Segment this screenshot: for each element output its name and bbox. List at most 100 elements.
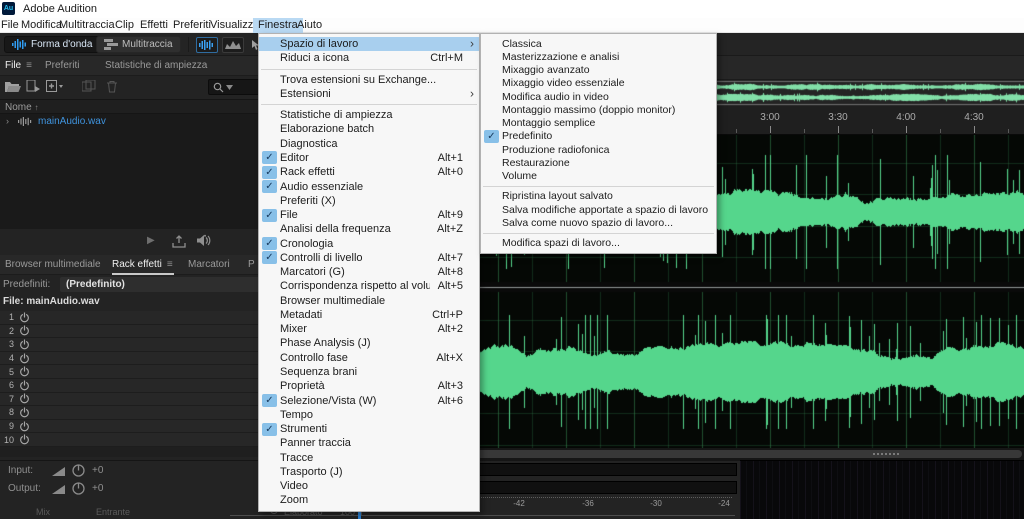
menu-item-sequenza-brani[interactable]: Sequenza brani (259, 365, 479, 379)
tab-browser-multimediale[interactable]: Browser multimediale (5, 255, 101, 275)
menu-item-zoom[interactable]: Zoom (259, 493, 479, 507)
menu-item-controllo-fase[interactable]: Controllo fase Alt+X (259, 351, 479, 365)
import-file-icon[interactable] (26, 79, 41, 98)
show-spectral-icon[interactable] (222, 37, 244, 53)
menu-item-video[interactable]: Video (259, 479, 479, 493)
power-button[interactable] (19, 352, 31, 364)
power-button[interactable] (19, 393, 31, 405)
power-button[interactable] (19, 406, 31, 418)
play-icon[interactable]: ▶ (147, 235, 155, 246)
status-mix-label[interactable]: Mix (36, 507, 50, 517)
menu-item-statistiche-di-ampiezza[interactable]: Statistiche di ampiezza (259, 108, 479, 122)
menu-item-modifica-spazi-di-lavoro[interactable]: Modifica spazi di lavoro... (481, 237, 716, 250)
menu-item-mixer[interactable]: Mixer Alt+2 (259, 322, 479, 336)
check-gutter (484, 117, 499, 130)
menu-item-panner-traccia[interactable]: Panner traccia (259, 436, 479, 450)
menu-item-browser-multimediale[interactable]: Browser multimediale (259, 294, 479, 308)
check-gutter (484, 90, 499, 103)
menu-item-editor[interactable]: ✓ Editor Alt+1 (259, 151, 479, 165)
tab-statistiche[interactable]: Statistiche di ampiezza (105, 56, 207, 76)
menu-item-ripristina-layout-salvato[interactable]: Ripristina layout salvato (481, 190, 716, 203)
multitrack-view-button[interactable]: Multitraccia (96, 36, 181, 53)
menu-item-predefinito[interactable]: ✓ Predefinito (481, 129, 716, 143)
menu-item-classica[interactable]: Classica (481, 37, 716, 50)
power-button[interactable] (19, 325, 31, 337)
menu-item-salva-modifiche-apportate-a-spazio-di-lavoro[interactable]: Salva modifiche apportate a spazio di la… (481, 203, 716, 216)
slot-number: 7 (8, 393, 14, 404)
search-options-arrow-icon (226, 84, 233, 90)
menu-item-label: Controlli di livello (280, 251, 363, 264)
menu-item-mixaggio-avanzato[interactable]: Mixaggio avanzato (481, 64, 716, 77)
menu-item-controlli-di-livello[interactable]: ✓ Controlli di livello Alt+7 (259, 251, 479, 265)
check-gutter (484, 50, 499, 63)
menu-item-strumenti[interactable]: ✓ Strumenti (259, 422, 479, 436)
input-fader-icon[interactable] (52, 467, 65, 476)
menu-item-metadati[interactable]: Metadati Ctrl+P (259, 308, 479, 322)
menu-item-tracce[interactable]: Tracce (259, 450, 479, 464)
menu-item-label: Panner traccia (280, 437, 351, 450)
batch-process-icon[interactable] (81, 79, 97, 98)
menu-item-trasporto-j[interactable]: Trasporto (J) (259, 465, 479, 479)
menu-item-montaggio-massimo-doppio-monitor[interactable]: Montaggio massimo (doppio monitor) (481, 103, 716, 116)
check-gutter (262, 451, 277, 464)
menu-item-preferiti-x[interactable]: Preferiti (X) (259, 194, 479, 208)
check-gutter (484, 156, 499, 169)
menu-item-elaborazione-batch[interactable]: Elaborazione batch (259, 122, 479, 136)
menu-item-restaurazione[interactable]: Restaurazione (481, 156, 716, 169)
check-gutter (484, 64, 499, 77)
menu-item-tempo[interactable]: Tempo (259, 408, 479, 422)
tab-file[interactable]: File ≡ (5, 56, 32, 76)
status-entrante-label[interactable]: Entrante (96, 507, 130, 517)
waveform-view-button[interactable]: Forma d'onda (4, 36, 101, 53)
menu-item-volume[interactable]: Volume (481, 170, 716, 183)
menu-item-salva-come-nuovo-spazio-di-lavoro[interactable]: Salva come nuovo spazio di lavoro... (481, 216, 716, 229)
menu-item-modifica-audio-in-video[interactable]: Modifica audio in video (481, 90, 716, 103)
menu-item-phase-analysis-j[interactable]: Phase Analysis (J) (259, 336, 479, 350)
loop-export-icon[interactable] (172, 235, 187, 248)
menu-item-masterizzazione-e-analisi[interactable]: Masterizzazione e analisi (481, 50, 716, 63)
tab-rack-effetti[interactable]: Rack effetti ≡ (112, 255, 173, 275)
menu-item-file[interactable]: ✓ File Alt+9 (259, 208, 479, 222)
autoplay-speaker-icon[interactable] (196, 234, 212, 247)
output-knob-icon[interactable] (72, 482, 85, 495)
menu-item-trova-estensioni-su-exchange[interactable]: Trova estensioni su Exchange... (259, 73, 479, 87)
menu-item-selezione-vista-w[interactable]: ✓ Selezione/Vista (W) Alt+6 (259, 393, 479, 407)
menu-item-cronologia[interactable]: ✓ Cronologia (259, 236, 479, 251)
menu-item-audio-essenziale[interactable]: ✓ Audio essenziale (259, 179, 479, 194)
menu-item-produzione-radiofonica[interactable]: Produzione radiofonica (481, 143, 716, 156)
check-gutter (262, 194, 277, 207)
power-button[interactable] (19, 420, 31, 432)
menu-item-rack-effetti[interactable]: ✓ Rack effetti Alt+0 (259, 165, 479, 179)
trash-icon[interactable] (106, 80, 118, 98)
menu-item-riduci-a-icona[interactable]: Riduci a icona Ctrl+M (259, 51, 479, 65)
output-fader-icon[interactable] (52, 485, 65, 494)
menu-item-corrispondenza-rispetto-al-volume[interactable]: Corrispondenza rispetto al volume Alt+5 (259, 279, 479, 293)
menu-item-marcatori-g[interactable]: Marcatori (G) Alt+8 (259, 265, 479, 279)
open-file-icon[interactable] (5, 80, 21, 98)
tab-proprieta-truncated[interactable]: P (248, 255, 255, 275)
menu-item-propriet[interactable]: Proprietà Alt+3 (259, 379, 479, 393)
power-button[interactable] (19, 434, 31, 446)
slot-number: 9 (8, 421, 14, 432)
expand-chevron-icon[interactable]: › (6, 114, 9, 129)
menu-item-diagnostica[interactable]: Diagnostica (259, 137, 479, 151)
show-waveform-icon[interactable] (196, 37, 218, 53)
menu-item-label: Restaurazione (502, 156, 570, 169)
menubar-item-aiuto[interactable]: Aiuto (292, 18, 327, 33)
power-button[interactable] (19, 379, 31, 391)
power-button[interactable] (19, 366, 31, 378)
new-item-icon[interactable] (46, 80, 64, 98)
power-button[interactable] (19, 311, 31, 323)
tab-preferiti[interactable]: Preferiti (45, 56, 79, 76)
tab-marcatori[interactable]: Marcatori (188, 255, 230, 275)
menu-item-mixaggio-video-essenziale[interactable]: Mixaggio video essenziale (481, 77, 716, 90)
menu-item-spazio-di-lavoro[interactable]: Spazio di lavoro › (259, 37, 479, 52)
panel-menu-icon[interactable]: ≡ (167, 259, 173, 270)
panel-menu-icon[interactable]: ≡ (26, 60, 32, 71)
menu-item-analisi-della-frequenza[interactable]: Analisi della frequenza Alt+Z (259, 222, 479, 236)
power-button[interactable] (19, 338, 31, 350)
menu-item-estensioni[interactable]: Estensioni › (259, 86, 479, 101)
input-knob-icon[interactable] (72, 464, 85, 477)
menu-item-label: Sequenza brani (280, 365, 358, 378)
menu-item-montaggio-semplice[interactable]: Montaggio semplice (481, 117, 716, 130)
